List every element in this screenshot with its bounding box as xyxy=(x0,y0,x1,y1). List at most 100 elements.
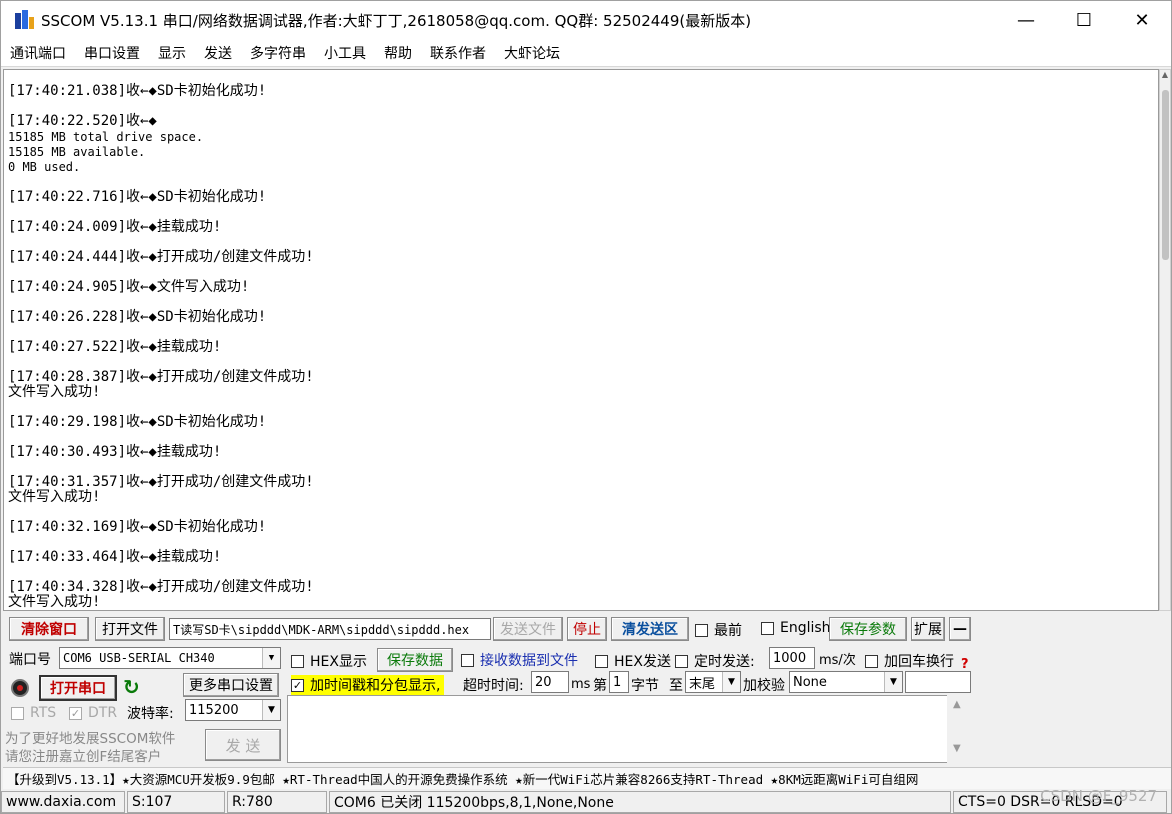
status-bar: www.daxia.com S:107 R:780 COM6 已关闭 11520… xyxy=(1,791,1172,814)
help-icon[interactable]: ? xyxy=(961,657,969,672)
log-line: [17:40:31.357]收←◆打开成功/创建文件成功! xyxy=(8,474,314,490)
log-line: [17:40:24.444]收←◆打开成功/创建文件成功! xyxy=(8,249,314,265)
byte-label: 字节 xyxy=(631,678,659,694)
timestamp-checkbox[interactable]: ✓ 加时间戳和分包显示, xyxy=(291,675,445,695)
recv-to-file-checkbox[interactable]: 接收数据到文件 xyxy=(461,650,578,670)
clear-window-button[interactable]: 清除窗口 xyxy=(9,617,89,641)
close-button[interactable]: ✕ xyxy=(1113,1,1171,39)
scrollbar-thumb[interactable] xyxy=(1162,90,1169,260)
timeout-unit: ms xyxy=(571,677,591,692)
timeout-label: 超时时间: xyxy=(463,678,524,694)
dtr-checkbox[interactable]: ✓ DTR xyxy=(69,705,117,721)
checksum-result-field xyxy=(905,671,971,693)
send-file-button[interactable]: 发送文件 xyxy=(493,617,563,641)
menu-help[interactable]: 帮助 xyxy=(375,43,421,63)
log-line: 0 MB used. xyxy=(8,160,81,174)
checksum-select[interactable]: None ▼ xyxy=(789,671,903,693)
log-line: [17:40:22.716]收←◆SD卡初始化成功! xyxy=(8,189,267,205)
csdn-watermark: CSDN @F_9527 xyxy=(1040,787,1157,805)
log-line: [17:40:21.038]收←◆SD卡初始化成功! xyxy=(8,83,267,99)
rts-checkbox[interactable]: RTS xyxy=(11,705,56,721)
log-line: [17:40:22.520]收←◆ xyxy=(8,113,157,129)
log-line: 15185 MB available. xyxy=(8,145,146,159)
send-button[interactable]: 发 送 xyxy=(205,729,281,761)
baud-select[interactable]: 115200 ▼ xyxy=(185,699,281,721)
menu-bar: 通讯端口 串口设置 显示 发送 多字符串 小工具 帮助 联系作者 大虾论坛 xyxy=(1,39,1171,67)
promo-ticker[interactable]: 【升级到V5.13.1】★大资源MCU开发板9.9包邮 ★RT-Thread中国… xyxy=(3,767,1171,789)
expand-button[interactable]: 扩展 xyxy=(911,617,945,641)
chevron-down-icon: ▼ xyxy=(884,672,902,692)
save-params-button[interactable]: 保存参数 xyxy=(829,617,907,641)
baud-label: 波特率: xyxy=(127,706,174,722)
menu-forum[interactable]: 大虾论坛 xyxy=(495,43,569,63)
app-window: SSCOM V5.13.1 串口/网络数据调试器,作者:大虾丁丁,2618058… xyxy=(0,0,1172,814)
receive-text-area[interactable]: [17:40:21.038]收←◆SD卡初始化成功! [17:40:22.520]… xyxy=(3,69,1159,611)
menu-serial-settings[interactable]: 串口设置 xyxy=(75,43,149,63)
chevron-down-icon: ▼ xyxy=(722,672,740,692)
refresh-icon[interactable]: ↻ xyxy=(123,675,140,699)
interval-input[interactable]: 1000 xyxy=(769,647,815,669)
menu-display[interactable]: 显示 xyxy=(149,43,195,63)
log-line: [17:40:26.228]收←◆SD卡初始化成功! xyxy=(8,309,267,325)
byte-input[interactable]: 1 xyxy=(609,671,629,693)
log-line: 文件写入成功! xyxy=(8,384,101,400)
port-select[interactable]: COM6 USB-SERIAL CH340 ▼ xyxy=(59,647,281,669)
promo-line-1: 为了更好地发展SSCOM软件 xyxy=(5,731,176,747)
add-crlf-checkbox[interactable]: 加回车换行 xyxy=(865,651,954,671)
maximize-button[interactable]: ☐ xyxy=(1055,1,1113,39)
status-port-state: COM6 已关闭 115200bps,8,1,None,None xyxy=(329,791,951,813)
receive-scrollbar[interactable]: ▲ xyxy=(1159,69,1171,611)
menu-send[interactable]: 发送 xyxy=(195,43,241,63)
status-sent-count: S:107 xyxy=(127,791,225,813)
send-scrollbar[interactable]: ▲ ▼ xyxy=(947,695,971,763)
log-line: 文件写入成功! xyxy=(8,489,101,505)
log-line: [17:40:28.387]收←◆打开成功/创建文件成功! xyxy=(8,369,314,385)
open-file-button[interactable]: 打开文件 xyxy=(95,617,165,641)
log-line: [17:40:24.905]收←◆文件写入成功! xyxy=(8,279,250,295)
log-line: [17:40:32.169]收←◆SD卡初始化成功! xyxy=(8,519,267,535)
clear-send-button[interactable]: 清发送区 xyxy=(611,617,689,641)
promo-line-2: 请您注册嘉立创F结尾客户 xyxy=(5,749,162,765)
menu-contact-author[interactable]: 联系作者 xyxy=(421,43,495,63)
log-line: 文件写入成功! xyxy=(8,594,101,610)
english-checkbox[interactable]: English xyxy=(761,620,831,636)
menu-tools[interactable]: 小工具 xyxy=(315,43,375,63)
title-bar: SSCOM V5.13.1 串口/网络数据调试器,作者:大虾丁丁,2618058… xyxy=(1,1,1171,39)
save-data-button[interactable]: 保存数据 xyxy=(377,648,453,672)
file-path-field[interactable]: T读写SD卡\sipddd\MDK-ARM\sipddd\sipddd.hex xyxy=(169,618,491,640)
timeout-input[interactable]: 20 xyxy=(531,671,569,693)
log-line: [17:40:24.009]收←◆挂载成功! xyxy=(8,219,222,235)
di-label: 第 xyxy=(593,678,607,694)
collapse-button[interactable]: — xyxy=(949,617,971,641)
status-website[interactable]: www.daxia.com xyxy=(1,791,125,813)
menu-multi-string[interactable]: 多字符串 xyxy=(241,43,315,63)
stop-button[interactable]: 停止 xyxy=(567,617,607,641)
status-recv-count: R:780 xyxy=(227,791,327,813)
chevron-down-icon: ▼ xyxy=(262,648,280,668)
hex-send-checkbox[interactable]: HEX发送 xyxy=(595,651,671,671)
minimize-button[interactable]: — xyxy=(997,1,1055,39)
open-port-button[interactable]: 打开串口 xyxy=(39,675,117,701)
log-line: [17:40:30.493]收←◆挂载成功! xyxy=(8,444,222,460)
topmost-checkbox[interactable]: 最前 xyxy=(695,620,742,640)
scroll-up-icon[interactable]: ▲ xyxy=(953,699,961,710)
checksum-label: 加校验 xyxy=(743,678,785,694)
log-line: 15185 MB total drive space. xyxy=(8,130,204,144)
log-line: [17:40:34.328]收←◆打开成功/创建文件成功! xyxy=(8,579,314,595)
window-title: SSCOM V5.13.1 串口/网络数据调试器,作者:大虾丁丁,2618058… xyxy=(41,11,752,30)
port-label: 端口号 xyxy=(9,652,51,668)
scroll-down-icon[interactable]: ▼ xyxy=(953,743,961,754)
timed-send-checkbox[interactable]: 定时发送: xyxy=(675,651,755,671)
sscom-app-icon xyxy=(13,9,35,31)
scroll-up-icon[interactable]: ▲ xyxy=(1160,70,1170,84)
log-line: [17:40:33.464]收←◆挂载成功! xyxy=(8,549,222,565)
send-text-area[interactable] xyxy=(287,695,971,763)
toolbar-row: 清除窗口 打开文件 T读写SD卡\sipddd\MDK-ARM\sipddd\s… xyxy=(1,615,1172,643)
hex-display-checkbox[interactable]: HEX显示 xyxy=(291,651,367,671)
more-settings-button[interactable]: 更多串口设置 xyxy=(183,673,279,697)
log-line: [17:40:29.198]收←◆SD卡初始化成功! xyxy=(8,414,267,430)
chevron-down-icon: ▼ xyxy=(262,700,280,720)
menu-comm-port[interactable]: 通讯端口 xyxy=(1,43,75,63)
end-select[interactable]: 末尾 ▼ xyxy=(685,671,741,693)
port-status-indicator-icon xyxy=(11,679,29,697)
